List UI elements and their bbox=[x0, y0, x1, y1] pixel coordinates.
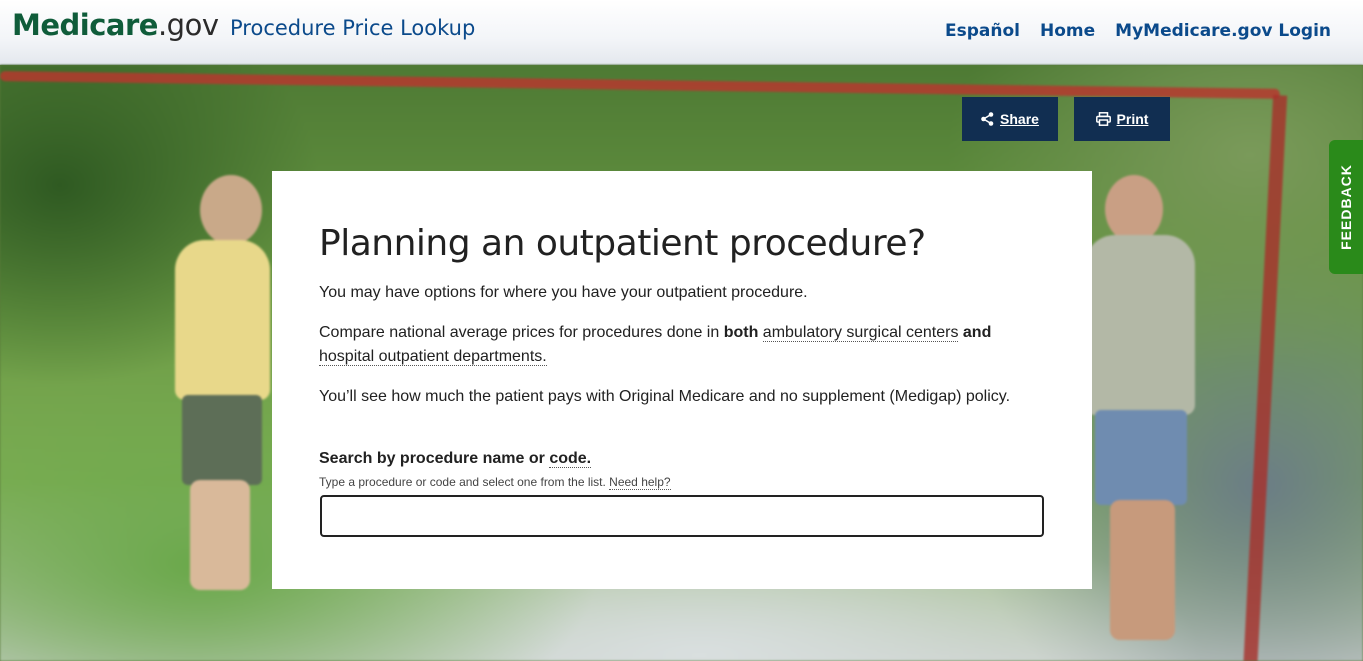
background-rail bbox=[0, 71, 1280, 99]
intro-card: Planning an outpatient procedure? You ma… bbox=[272, 171, 1092, 589]
page-title: Planning an outpatient procedure? bbox=[319, 223, 926, 264]
compare-text-both: both bbox=[723, 324, 759, 341]
patient-pays-text: You’ll see how much the patient pays wit… bbox=[319, 388, 1011, 405]
share-label: Share bbox=[1000, 111, 1039, 127]
medicare-logo[interactable]: Medicare.gov bbox=[12, 8, 219, 42]
ambulatory-surgical-centers-link[interactable]: ambulatory surgical centers bbox=[762, 324, 959, 342]
top-nav: Español Home MyMedicare.gov Login bbox=[945, 21, 1331, 41]
procedure-search-input[interactable] bbox=[320, 495, 1044, 537]
background-person-left bbox=[160, 175, 270, 595]
site-header: Medicare.gov Procedure Price Lookup Espa… bbox=[0, 0, 1363, 65]
background-person-right bbox=[1085, 175, 1225, 645]
feedback-tab[interactable]: FEEDBACK bbox=[1329, 140, 1363, 274]
hospital-outpatient-departments-link[interactable]: hospital outpatient departments. bbox=[319, 348, 547, 366]
share-button[interactable]: Share bbox=[962, 97, 1058, 141]
print-button[interactable]: Print bbox=[1074, 97, 1170, 141]
code-definition-link[interactable]: code. bbox=[549, 450, 592, 468]
background-pole bbox=[1242, 95, 1288, 661]
search-label-text: Search by procedure name or bbox=[319, 450, 550, 467]
search-hint-text: Type a procedure or code and select one … bbox=[319, 475, 606, 489]
nav-mymedicare-login[interactable]: MyMedicare.gov Login bbox=[1115, 21, 1331, 41]
search-label: Search by procedure name or code. bbox=[319, 450, 592, 468]
intro-text: You may have options for where you have … bbox=[319, 284, 808, 301]
printer-icon bbox=[1095, 112, 1111, 126]
need-help-link[interactable]: Need help? bbox=[609, 475, 671, 490]
logo-brand: Medicare bbox=[12, 8, 158, 42]
app-title[interactable]: Procedure Price Lookup bbox=[230, 16, 475, 40]
search-hint: Type a procedure or code and select one … bbox=[319, 475, 671, 490]
compare-text: Compare national average prices for proc… bbox=[319, 321, 1039, 369]
compare-text-prefix: Compare national average prices for proc… bbox=[319, 324, 724, 341]
nav-home[interactable]: Home bbox=[1040, 21, 1095, 41]
nav-espanol[interactable]: Español bbox=[945, 21, 1020, 41]
feedback-label: FEEDBACK bbox=[1338, 164, 1354, 250]
print-label: Print bbox=[1116, 111, 1149, 127]
logo-suffix: .gov bbox=[157, 8, 219, 42]
compare-text-and: and bbox=[962, 324, 992, 341]
share-icon bbox=[981, 112, 994, 126]
